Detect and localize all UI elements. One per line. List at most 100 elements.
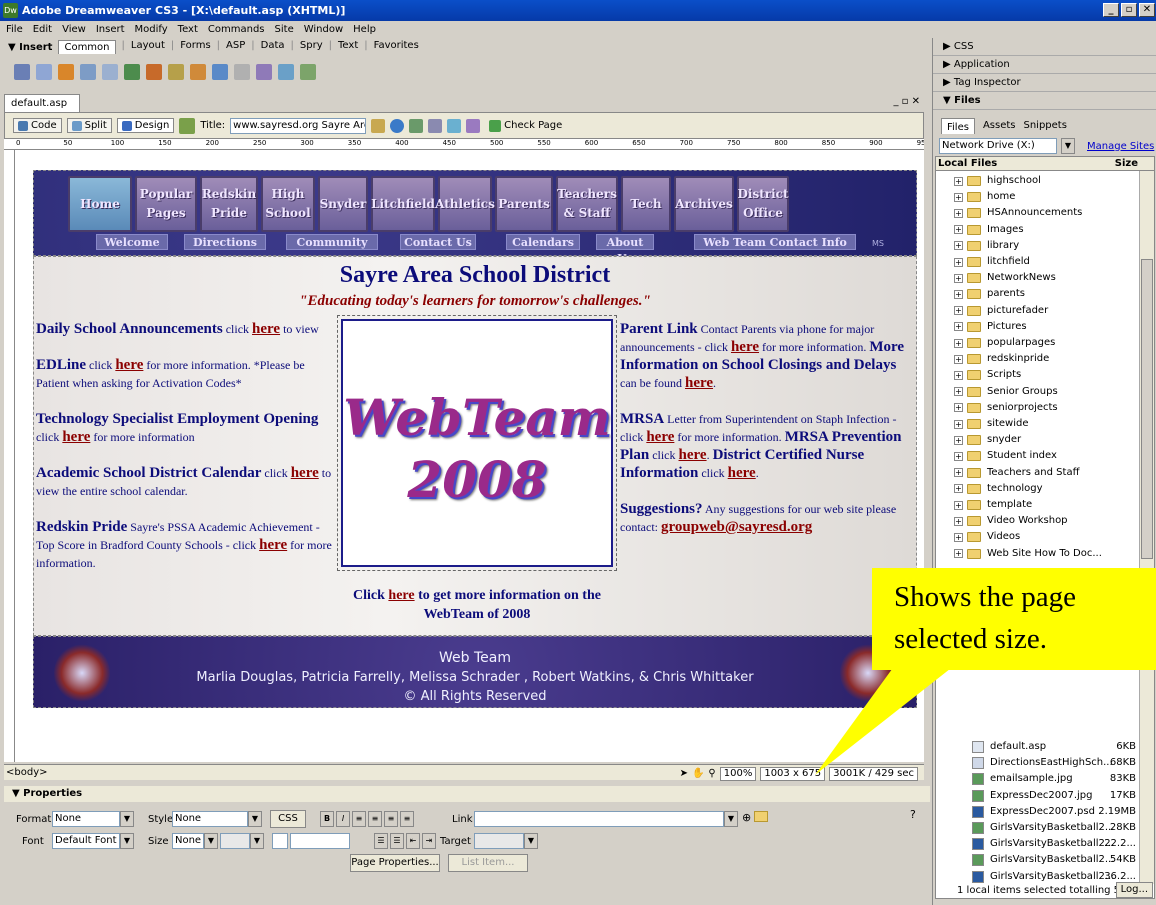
- size-dropdown-arrow[interactable]: ▼: [204, 833, 218, 849]
- text-color-input[interactable]: [290, 833, 350, 849]
- italic-button[interactable]: I: [336, 811, 350, 827]
- announcement-link[interactable]: here: [252, 321, 280, 337]
- expand-icon[interactable]: +: [954, 225, 963, 235]
- split-view-button[interactable]: Split: [66, 118, 112, 133]
- expand-icon[interactable]: +: [954, 403, 963, 413]
- mrsa-plan-link[interactable]: here: [679, 447, 707, 463]
- folder-row[interactable]: + home: [936, 189, 1140, 205]
- outdent-button[interactable]: ⇤: [406, 833, 420, 849]
- align-left-button[interactable]: ≡: [352, 811, 366, 827]
- folder-row[interactable]: + NetworkNews: [936, 270, 1140, 286]
- expand-icon[interactable]: +: [954, 338, 963, 348]
- nav-button-redskin-pride[interactable]: Redskin Pride: [200, 176, 258, 232]
- hyperlink-icon[interactable]: [14, 64, 30, 80]
- media-icon[interactable]: [146, 64, 162, 80]
- insert-tab-spry[interactable]: Spry: [300, 40, 323, 54]
- expand-icon[interactable]: +: [954, 289, 963, 299]
- expand-icon[interactable]: +: [954, 208, 963, 218]
- design-view-button[interactable]: Design: [116, 118, 175, 133]
- insert-tab-common[interactable]: Common: [58, 40, 116, 54]
- visual-aids-icon[interactable]: [447, 118, 462, 133]
- font-select[interactable]: Default Font: [52, 833, 120, 849]
- school-closings-link[interactable]: here: [685, 375, 713, 391]
- expand-icon[interactable]: +: [954, 435, 963, 445]
- size-select[interactable]: None: [172, 833, 204, 849]
- link-input[interactable]: [474, 811, 724, 827]
- folder-row[interactable]: + picturefader: [936, 303, 1140, 319]
- hand-tool-icon[interactable]: ✋: [692, 766, 704, 781]
- folder-row[interactable]: + Web Site How To Doc...: [936, 546, 1140, 562]
- page-properties-button[interactable]: Page Properties...: [350, 854, 440, 872]
- justify-button[interactable]: ≡: [400, 811, 414, 827]
- tag-chooser-icon[interactable]: [300, 64, 316, 80]
- webteam-info-link[interactable]: here: [388, 588, 414, 603]
- expand-icon[interactable]: +: [954, 419, 963, 429]
- folder-row[interactable]: + Teachers and Staff: [936, 465, 1140, 481]
- live-data-icon[interactable]: [179, 117, 196, 134]
- folder-row[interactable]: + template: [936, 497, 1140, 513]
- folder-row[interactable]: + seniorprojects: [936, 400, 1140, 416]
- preview-in-browser-icon[interactable]: [390, 118, 405, 133]
- bold-button[interactable]: B: [320, 811, 334, 827]
- expand-icon[interactable]: +: [954, 257, 963, 267]
- maximize-button[interactable]: ▫: [1121, 3, 1137, 17]
- mrsa-letter-link[interactable]: here: [646, 429, 674, 445]
- image-icon[interactable]: [124, 64, 140, 80]
- email-link-icon[interactable]: [36, 64, 52, 80]
- nav-button-home[interactable]: Home: [68, 176, 132, 232]
- style-select[interactable]: None: [172, 811, 248, 827]
- nav-button-archives[interactable]: Archives: [674, 176, 734, 232]
- file-management-icon[interactable]: [371, 118, 386, 133]
- help-icon[interactable]: ?: [910, 808, 916, 821]
- close-button[interactable]: ✕: [1139, 3, 1155, 17]
- insert-tab-text[interactable]: Text: [338, 40, 358, 54]
- expand-icon[interactable]: +: [954, 241, 963, 251]
- menu-item-modify[interactable]: Modify: [135, 21, 168, 38]
- folder-row[interactable]: + parents: [936, 286, 1140, 302]
- expand-icon[interactable]: +: [954, 273, 963, 283]
- menu-item-site[interactable]: Site: [275, 21, 294, 38]
- folder-row[interactable]: + Video Workshop: [936, 513, 1140, 529]
- unordered-list-button[interactable]: ☰: [374, 833, 388, 849]
- groupweb-email-link[interactable]: groupweb@sayresd.org: [661, 519, 812, 535]
- code-view-button[interactable]: Code: [13, 118, 62, 133]
- nurse-info-link[interactable]: here: [728, 465, 756, 481]
- expand-icon[interactable]: +: [954, 370, 963, 380]
- date-icon[interactable]: [168, 64, 184, 80]
- properties-header[interactable]: ▼ Properties: [4, 786, 930, 802]
- menu-item-help[interactable]: Help: [353, 21, 376, 38]
- align-center-button[interactable]: ≡: [368, 811, 382, 827]
- folder-row[interactable]: + Scripts: [936, 367, 1140, 383]
- point-to-file-icon[interactable]: ⊕: [742, 811, 751, 824]
- folder-row[interactable]: + snyder: [936, 432, 1140, 448]
- subnav-calendars[interactable]: Calendars: [506, 234, 580, 250]
- folder-row[interactable]: + library: [936, 238, 1140, 254]
- site-select[interactable]: Network Drive (X:): [939, 138, 1057, 154]
- format-select[interactable]: None: [52, 811, 120, 827]
- menu-item-window[interactable]: Window: [304, 21, 343, 38]
- document-window-controls[interactable]: _ ▫ ✕: [893, 96, 920, 107]
- nav-button-snyder[interactable]: Snyder: [318, 176, 368, 232]
- folder-row[interactable]: + technology: [936, 481, 1140, 497]
- insert-tab-asp[interactable]: ASP: [226, 40, 245, 54]
- templates-icon[interactable]: [278, 64, 294, 80]
- font-dropdown-arrow[interactable]: ▼: [120, 833, 134, 849]
- ordered-list-button[interactable]: ☰: [390, 833, 404, 849]
- expand-icon[interactable]: +: [954, 306, 963, 316]
- folder-row[interactable]: + Senior Groups: [936, 384, 1140, 400]
- subnav-web-team-contact-info[interactable]: Web Team Contact Info: [694, 234, 856, 250]
- zoom-tool-icon[interactable]: ⚲: [708, 766, 715, 781]
- files-panel-header[interactable]: ▼ Files: [933, 92, 1156, 110]
- file-row[interactable]: GirlsVarsityBasketball2... 54KB: [936, 852, 1140, 868]
- refresh-design-view-icon[interactable]: [409, 118, 424, 133]
- subnav-contact-us[interactable]: Contact Us: [400, 234, 476, 250]
- log-button[interactable]: Log...: [1115, 882, 1153, 898]
- announcement-link[interactable]: here: [115, 357, 143, 373]
- expand-icon[interactable]: +: [954, 387, 963, 397]
- folder-row[interactable]: + Pictures: [936, 319, 1140, 335]
- menu-item-view[interactable]: View: [62, 21, 86, 38]
- folder-row[interactable]: + litchfield: [936, 254, 1140, 270]
- folder-row[interactable]: + Videos: [936, 529, 1140, 545]
- insert-tab-layout[interactable]: Layout: [131, 40, 165, 54]
- nav-button-high-school[interactable]: High School: [261, 176, 315, 232]
